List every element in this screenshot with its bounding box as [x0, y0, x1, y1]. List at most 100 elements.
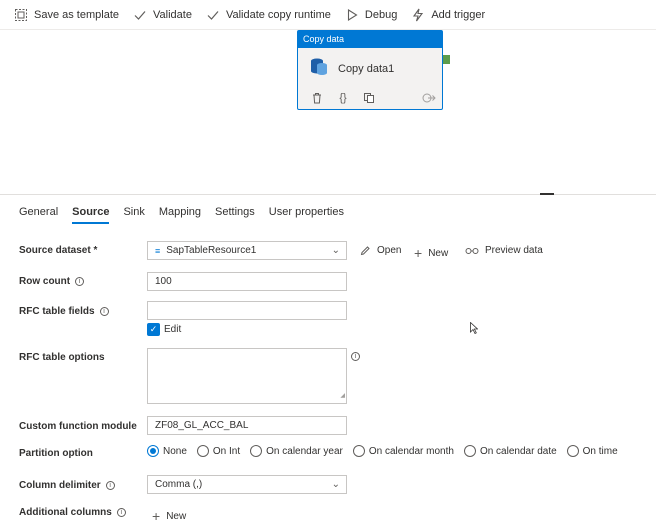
- custom-function-module-label: Custom function module: [19, 421, 137, 432]
- tab-general[interactable]: General: [19, 206, 58, 224]
- mouse-cursor-icon: [470, 322, 478, 334]
- activity-tabs: General Source Sink Mapping Settings Use…: [19, 206, 358, 224]
- info-icon: i: [99, 307, 109, 316]
- additional-columns-label: Additional columns: [19, 507, 112, 518]
- radio-label: On calendar month: [368, 445, 454, 457]
- info-icon: i: [351, 352, 360, 361]
- copy-icon[interactable]: [362, 91, 376, 105]
- add-output-icon[interactable]: [422, 91, 436, 105]
- custom-function-module-input[interactable]: ZF08_GL_ACC_BAL: [147, 416, 347, 435]
- rfc-table-fields-label: RFC table fields: [19, 306, 95, 317]
- radio-icon: [250, 445, 263, 457]
- rfc-table-fields-row: RFC table fields i: [19, 306, 109, 317]
- row-count-value: 100: [155, 276, 172, 287]
- glasses-icon: [465, 246, 479, 256]
- column-delimiter-value: Comma (,): [155, 479, 203, 490]
- debug-button[interactable]: Debug: [345, 8, 397, 22]
- open-label: Open: [377, 245, 402, 256]
- info-icon: i: [116, 508, 126, 517]
- source-dataset-label: Source dataset *: [19, 245, 98, 256]
- tab-user-properties[interactable]: User properties: [269, 206, 344, 224]
- radio-on-calendar-year[interactable]: On calendar year: [250, 445, 343, 457]
- tab-source[interactable]: Source: [72, 206, 110, 224]
- tab-mapping[interactable]: Mapping: [159, 206, 201, 224]
- radio-on-calendar-month[interactable]: On calendar month: [352, 445, 454, 457]
- activity-name: Copy data1: [338, 62, 395, 75]
- success-output-handle[interactable]: [443, 55, 450, 64]
- chevron-down-icon: ⌄: [331, 479, 340, 490]
- save-as-template-label: Save as template: [34, 8, 119, 21]
- template-icon: [14, 8, 28, 22]
- add-trigger-button[interactable]: Add trigger: [411, 8, 485, 22]
- radio-icon: [352, 445, 365, 457]
- plus-icon: +: [414, 245, 423, 261]
- preview-label: Preview data: [485, 245, 543, 256]
- radio-icon: [566, 445, 579, 457]
- column-delimiter-row: Column delimiter i: [19, 480, 115, 491]
- tab-sink[interactable]: Sink: [123, 206, 144, 224]
- database-icon: [308, 56, 330, 81]
- source-dataset-value: SapTableResource1: [166, 245, 257, 256]
- radio-label: On calendar year: [266, 445, 343, 457]
- activity-type-label: Copy data: [298, 31, 442, 48]
- custom-function-module-value: ZF08_GL_ACC_BAL: [155, 420, 249, 431]
- new-label: New: [428, 247, 449, 259]
- radio-icon: [196, 445, 209, 457]
- additional-columns-row: Additional columns i: [19, 507, 126, 518]
- rfc-table-options-label: RFC table options: [19, 352, 105, 363]
- checkmark-icon: ✓: [147, 323, 160, 336]
- preview-data-button[interactable]: Preview data: [465, 245, 543, 256]
- row-count-label: Row count: [19, 276, 71, 287]
- radio-on-time[interactable]: On time: [566, 445, 618, 457]
- pipeline-toolbar: Save as template Validate Validate copy …: [0, 0, 656, 30]
- edit-icon: [360, 245, 371, 256]
- lightning-icon: [411, 8, 425, 22]
- open-dataset-button[interactable]: Open: [360, 245, 401, 256]
- partition-option-row: Partition option: [19, 448, 93, 459]
- validate-label: Validate: [153, 8, 192, 21]
- column-delimiter-label: Column delimiter: [19, 480, 101, 491]
- plus-icon: +: [152, 508, 161, 524]
- save-as-template-button[interactable]: Save as template: [14, 8, 119, 22]
- source-dataset-row: Source dataset *: [19, 245, 97, 256]
- row-count-row: Row count i: [19, 276, 85, 287]
- validate-copy-runtime-button[interactable]: Validate copy runtime: [206, 8, 331, 22]
- add-trigger-label: Add trigger: [431, 8, 486, 21]
- rfc-table-options-row: RFC table options: [19, 352, 105, 363]
- custom-function-module-row: Custom function module: [19, 421, 137, 432]
- edit-checkbox[interactable]: ✓ Edit: [147, 323, 181, 336]
- tab-settings[interactable]: Settings: [215, 206, 255, 224]
- radio-none[interactable]: None: [147, 445, 187, 457]
- info-icon: i: [105, 481, 115, 490]
- partition-option-radios: None On Int On calendar year On calendar…: [147, 445, 628, 457]
- info-icon: i: [75, 277, 85, 286]
- pipeline-canvas[interactable]: Copy data Copy data1 {}: [0, 30, 656, 195]
- add-column-button[interactable]: + New: [152, 508, 186, 524]
- check-icon: [206, 8, 220, 22]
- radio-selected-icon: [147, 445, 159, 457]
- delete-icon[interactable]: [310, 91, 324, 105]
- radio-on-calendar-date[interactable]: On calendar date: [463, 445, 557, 457]
- row-count-input[interactable]: 100: [147, 272, 347, 291]
- rfc-table-fields-input[interactable]: [147, 301, 347, 320]
- validate-copy-runtime-label: Validate copy runtime: [225, 8, 331, 21]
- partition-option-label: Partition option: [19, 448, 93, 459]
- resize-grip[interactable]: [540, 193, 554, 195]
- radio-label: None: [163, 445, 187, 457]
- validate-button[interactable]: Validate: [133, 8, 192, 22]
- chevron-down-icon: ⌄: [331, 245, 340, 256]
- code-icon[interactable]: {}: [336, 91, 350, 105]
- dataset-icon: ≡: [155, 245, 161, 256]
- column-delimiter-select[interactable]: Comma (,) ⌄: [147, 475, 347, 494]
- radio-on-int[interactable]: On Int: [196, 445, 240, 457]
- check-icon: [133, 8, 147, 22]
- copy-data-activity[interactable]: Copy data Copy data1 {}: [297, 30, 443, 110]
- resize-handle-icon[interactable]: ◢: [340, 390, 345, 402]
- source-dataset-select[interactable]: ≡ SapTableResource1 ⌄: [147, 241, 347, 260]
- rfc-table-options-textarea[interactable]: ◢: [147, 348, 347, 404]
- add-column-label: New: [166, 510, 187, 522]
- new-dataset-button[interactable]: + New: [414, 245, 448, 261]
- debug-label: Debug: [364, 8, 398, 21]
- radio-icon: [463, 445, 476, 457]
- radio-label: On time: [582, 445, 618, 457]
